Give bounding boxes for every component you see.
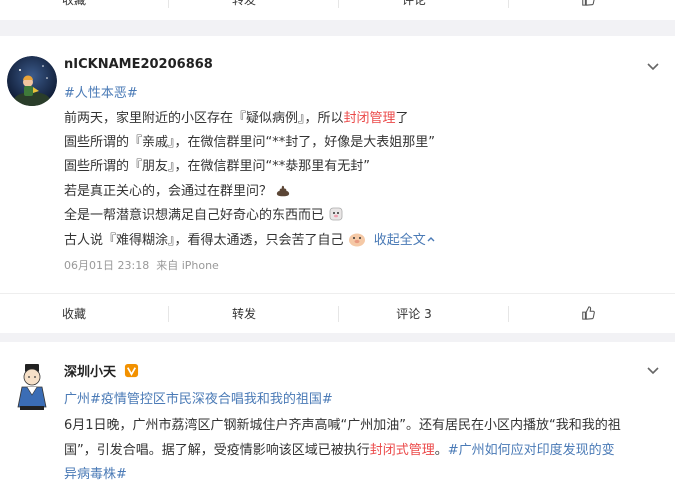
chevron-down-icon[interactable]	[645, 362, 661, 378]
like-button[interactable]	[578, 0, 598, 20]
topic-link[interactable]: #疫情管控区市民深夜合唱我和我的祖国#	[90, 392, 333, 407]
pig-emoji-icon	[348, 233, 365, 247]
post-text-line: 全是一帮潜意识想满足自己好奇心的东西而已	[64, 204, 344, 223]
post-text-line: 圄些所谓的『亲戚』，在微信群里问“**封了，好像是大表姐那里”	[64, 135, 435, 150]
like-button[interactable]	[578, 294, 598, 334]
thumbs-up-icon	[582, 0, 595, 6]
divider	[338, 306, 339, 322]
post-action-bar: 收藏 转发 评论 3	[0, 293, 675, 333]
highlight-keyword[interactable]: 封闭管理	[344, 111, 396, 126]
thumbs-up-icon	[582, 306, 595, 320]
topic-link[interactable]: #人性本恶#	[64, 82, 138, 101]
comment-button[interactable]: 评论	[384, 0, 444, 20]
divider	[168, 0, 169, 8]
avatar[interactable]	[7, 360, 57, 410]
repost-button[interactable]: 转发	[214, 0, 274, 20]
post-time[interactable]: 06月01日 23:18	[64, 259, 149, 272]
top-action-bar: 收藏 转发 评论	[0, 0, 675, 20]
divider	[168, 306, 169, 322]
divider	[338, 0, 339, 8]
nickname[interactable]: nICKNAME20206868	[64, 57, 213, 72]
post-text-line: 古人说『难得糊涂』，看得太通透，只会苦了自己 收起全文	[64, 229, 436, 248]
post-text-line: 6月1日晚，广州市荔湾区广钢新城住户齐声高喊“广州加油”。还有居民在小区内播放“…	[64, 418, 621, 433]
dog-emoji-icon	[329, 207, 343, 221]
comment-button[interactable]: 评论 3	[384, 294, 444, 334]
collapse-text-link[interactable]: 收起全文	[374, 233, 436, 248]
post-text-line: 圄些所谓的『朋友』，在微信群里问“**㳟那里有无封”	[64, 159, 370, 174]
location-link[interactable]: 广州	[64, 392, 90, 407]
post-text-line: 若是真正关心的，会通过在群里问？	[64, 180, 290, 199]
post-source: 来自 iPhone	[156, 259, 219, 272]
poop-emoji-icon	[277, 185, 290, 197]
chevron-up-icon	[427, 237, 435, 242]
collect-button[interactable]: 收藏	[44, 294, 104, 334]
chevron-down-icon[interactable]	[645, 58, 661, 74]
verified-badge-icon	[124, 363, 138, 378]
repost-button[interactable]: 转发	[214, 294, 274, 334]
post-text-line: 异病毒株#	[64, 463, 127, 482]
nickname[interactable]: 深圳小天	[64, 361, 139, 380]
post-meta: 06月01日 23:18 来自 iPhone	[64, 257, 219, 273]
post-text-line: 国”，引发合唱。据了解，受疫情影响该区域已被执行封闭式管理。#广州如何应对印度发…	[64, 443, 615, 458]
topic-link[interactable]: #广州如何应对印度发现的变	[448, 443, 615, 458]
highlight-keyword[interactable]: 封闭式管理	[370, 443, 435, 458]
post-text-line: 广州#疫情管控区市民深夜合唱我和我的祖国#	[64, 388, 333, 407]
divider	[508, 306, 509, 322]
avatar[interactable]	[7, 56, 57, 106]
collect-button[interactable]: 收藏	[44, 0, 104, 20]
post-text-line: 前两天，家里附近的小区存在『疑似病例』，所以封闭管理了	[64, 111, 409, 126]
post-card: nICKNAME20206868 #人性本恶# 前两天，家里附近的小区存在『疑似…	[0, 36, 675, 293]
topic-link[interactable]: 异病毒株#	[64, 467, 127, 482]
divider	[508, 0, 509, 8]
post-card: 深圳小天 广州#疫情管控区市民深夜合唱我和我的祖国# 6月1日晚，广州市荔湾区广…	[0, 342, 675, 489]
